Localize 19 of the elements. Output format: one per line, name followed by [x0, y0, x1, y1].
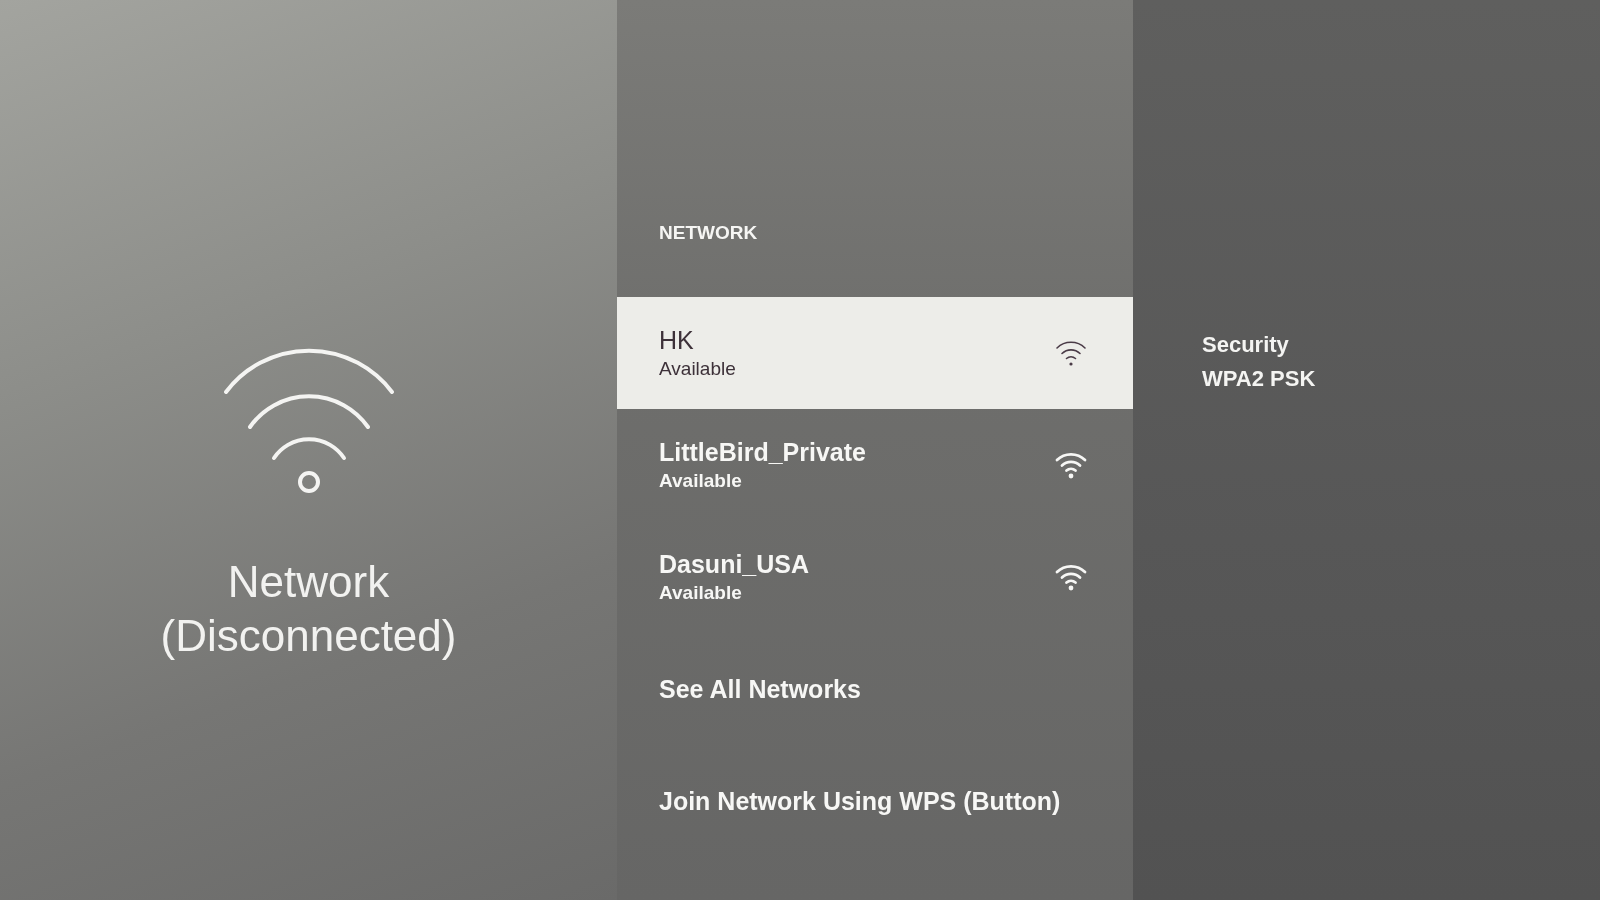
- wifi-signal-icon: [1055, 451, 1087, 479]
- network-status: Available: [659, 469, 742, 493]
- wifi-signal-icon: [1055, 563, 1087, 591]
- network-name: Dasuni_USA: [659, 549, 810, 580]
- detail-value: WPA2 PSK: [1202, 365, 1316, 393]
- network-row[interactable]: Dasuni_USA Available: [617, 521, 1133, 633]
- network-name: LittleBird_Private: [659, 437, 866, 468]
- detail-label: Security: [1202, 331, 1289, 359]
- network-title: Network: [227, 556, 390, 608]
- network-row[interactable]: HK Available: [617, 297, 1133, 409]
- wifi-signal-icon: [1055, 339, 1087, 367]
- section-heading: NETWORK: [659, 221, 758, 245]
- connection-status: (Disconnected): [160, 610, 457, 662]
- network-name: HK: [659, 325, 694, 356]
- menu-item[interactable]: Join Network Using WPS (Button): [617, 745, 1133, 857]
- network-status: Available: [659, 581, 742, 605]
- network-status: Available: [659, 357, 736, 381]
- network-row[interactable]: LittleBird_Private Available: [617, 409, 1133, 521]
- menu-item[interactable]: See All Networks: [617, 633, 1133, 745]
